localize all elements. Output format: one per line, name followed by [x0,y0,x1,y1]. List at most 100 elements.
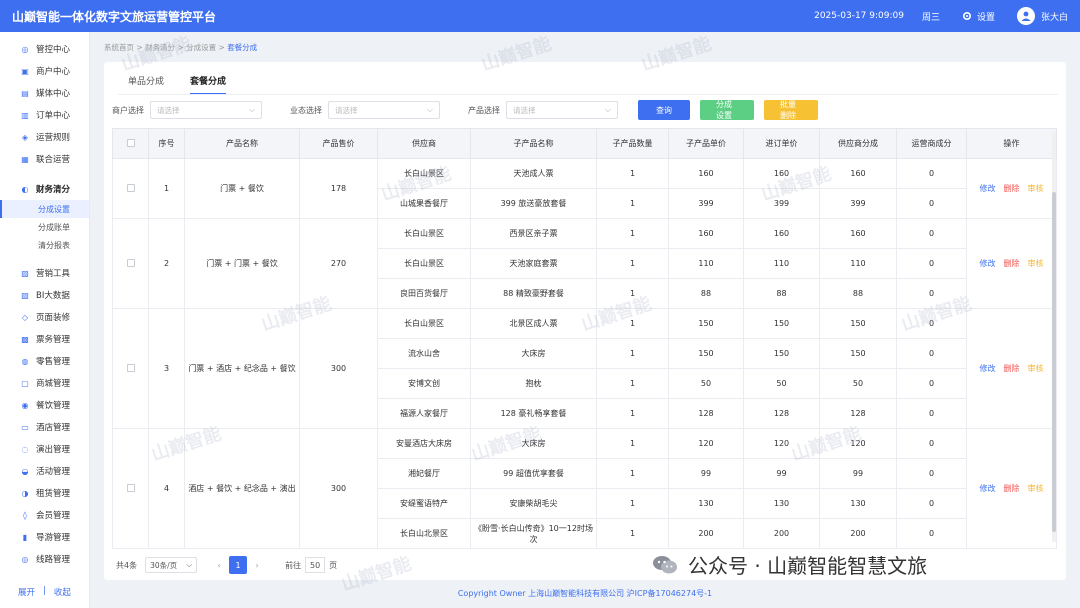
menu-icon: ◉ [21,400,29,410]
sidebar-item[interactable]: ▨ 营销工具 [0,262,89,284]
cell-sub-price: 150 [668,308,744,339]
cell-sub-qty: 1 [596,248,669,279]
edit-link[interactable]: 修改 [980,184,996,193]
cell-sub-name: 399 旅送豪放套餐 [470,188,597,219]
cell-sub-price: 399 [668,188,744,219]
sidebar-item[interactable]: 分成账单 [0,218,89,236]
cell-supplier: 安缇蜜语特产 [377,488,471,519]
tab-divider [118,94,1058,95]
select-all-cell [112,128,149,159]
sidebar-item[interactable]: ▢ 商城管理 [0,372,89,394]
sidebar-item[interactable]: ▧ BI大数据 [0,284,89,306]
sidebar-item-label: 餐饮管理 [36,401,71,411]
sidebar-item[interactable]: ▤ 媒体中心 [0,82,89,104]
cell-supplier: 安博文创 [377,368,471,399]
sidebar-item[interactable]: ◎ 管控中心 [0,38,89,60]
delete-link[interactable]: 删除 [1004,259,1020,268]
sidebar-item[interactable]: ◐ 财务清分 [0,178,89,200]
select-all-checkbox[interactable] [126,138,135,147]
copyright-footer: Copyright Owner 上海山巅智能科技有限公司 沪ICP备170462… [457,589,713,598]
sidebar-item[interactable]: 清分报表 [0,236,89,254]
page-size-select[interactable]: 30条/页 ⌵ [145,557,198,573]
goto-page: 前往 50 页 [285,557,337,573]
breadcrumb-item[interactable]: 系统首页 [104,43,134,52]
cell-sub-price: 160 [668,218,744,249]
table-body: 1 门票 + 餐饮 178 长白山景区 天池成人票 1 160 160 160 0 修改 删除 审核 山城… [112,158,1057,549]
edit-link[interactable]: 修改 [980,364,996,373]
edit-link[interactable]: 修改 [980,484,996,493]
cell-product-name: 门票 + 酒店 + 纪念品 + 餐饮 [184,308,300,429]
sidebar-item[interactable]: ▥ 订单中心 [0,104,89,126]
settings-button[interactable]: 设置 [962,10,995,23]
tab-package[interactable]: 套餐分成 [190,74,227,95]
scroll-thumb[interactable] [1052,192,1056,532]
prev-page-button[interactable]: ‹ [211,557,227,573]
sidebar-item[interactable]: ◍ 零售管理 [0,350,89,372]
menu-icon: ▮ [22,532,28,542]
audit-link[interactable]: 审核 [1028,364,1044,373]
menu-icon: ◑ [21,488,29,498]
cell-sub-qty: 1 [596,368,669,399]
row-checkbox[interactable] [126,258,135,267]
audit-link[interactable]: 审核 [1028,259,1044,268]
merchant-select[interactable]: 请选择 ⌵ [150,101,262,119]
menu-icon: ▥ [21,110,29,120]
delete-link[interactable]: 删除 [1004,484,1020,493]
sidebar-item[interactable]: ◊ 会员管理 [0,504,89,526]
sidebar-item-label: 零售管理 [36,357,71,367]
chevron-down-icon: ⌵ [186,560,193,569]
row-select-cell [112,158,149,219]
avatar [1016,7,1035,25]
col-header: 产品名称 [184,128,300,159]
cell-sub-name: 《盼雪·长白山传奇》10一12时场次 [470,518,597,549]
top-bar: 山巅智能一体化数字文旅运营管控平台 2025-03-17 9:09:09 周三 … [0,0,1080,32]
sidebar-item[interactable]: ▦ 联合运营 [0,148,89,170]
table-scrollbar[interactable] [1052,132,1056,542]
cell-purchase-price: 150 [743,308,820,339]
product-select[interactable]: 请选择 ⌵ [506,101,618,119]
sidebar-item[interactable]: ▮ 导游管理 [0,526,89,548]
sidebar-item[interactable]: ◒ 活动管理 [0,460,89,482]
cell-sub-price: 110 [668,248,744,279]
sidebar-item[interactable]: ◎ 线路管理 [0,548,89,570]
business-select[interactable]: 请选择 ⌵ [328,101,440,119]
row-checkbox[interactable] [126,483,135,492]
audit-link[interactable]: 审核 [1028,484,1044,493]
sidebar-item[interactable]: ▩ 票务管理 [0,328,89,350]
cell-price: 178 [299,158,378,219]
sidebar-item-label: 分成设置 [38,204,70,214]
breadcrumb-item[interactable]: 财务清分 [145,43,175,52]
sidebar-item[interactable]: ◈ 运营规则 [0,126,89,148]
cell-supplier: 湘妃餐厅 [377,458,471,489]
settings-label: 设置 [976,12,995,23]
sidebar-item[interactable]: 分成设置 [0,200,89,218]
tab-single[interactable]: 单品分成 [128,74,164,95]
sidebar-item[interactable]: ▭ 酒店管理 [0,416,89,438]
page-number[interactable]: 1 [229,556,248,574]
breadcrumb-item[interactable]: 分成设置 [186,43,216,52]
delete-link[interactable]: 删除 [1004,364,1020,373]
cell-price: 300 [299,308,378,429]
user-menu[interactable]: 张大白 [1016,7,1068,25]
split-setting-button[interactable]: 分成设置 [700,100,754,120]
cell-sub-name: 128 豪礼畅享套餐 [470,398,597,429]
audit-link[interactable]: 审核 [1028,184,1044,193]
sidebar-item[interactable]: ◌ 演出管理 [0,438,89,460]
sidebar-item[interactable]: ◉ 餐饮管理 [0,394,89,416]
next-page-button[interactable]: › [249,557,265,573]
query-button[interactable]: 查询 [638,100,690,120]
sidebar-item[interactable]: ▣ 商户中心 [0,60,89,82]
goto-input[interactable]: 50 [305,557,326,573]
batch-delete-button[interactable]: 批量删除 [764,100,818,120]
sidebar-item-label: 运营规则 [36,133,71,143]
row-checkbox[interactable] [126,183,135,192]
delete-link[interactable]: 删除 [1004,184,1020,193]
row-checkbox[interactable] [126,363,135,372]
main-card: 单品分成 套餐分成 商户选择 请选择 ⌵ 业态选择 请选择 ⌵ 产品选择 请选择 ⌵ … [104,62,1066,580]
sidebar-item[interactable]: ◑ 租赁管理 [0,482,89,504]
business-placeholder: 请选择 [335,105,358,115]
cell-sub-price: 99 [668,458,744,489]
edit-link[interactable]: 修改 [980,259,996,268]
sidebar-item[interactable]: ◇ 页面装修 [0,306,89,328]
package-table: 序号 产品名称 产品售价 供应商 子产品名称 子产品数量 子产品单价 进订单价 … [112,128,1057,549]
